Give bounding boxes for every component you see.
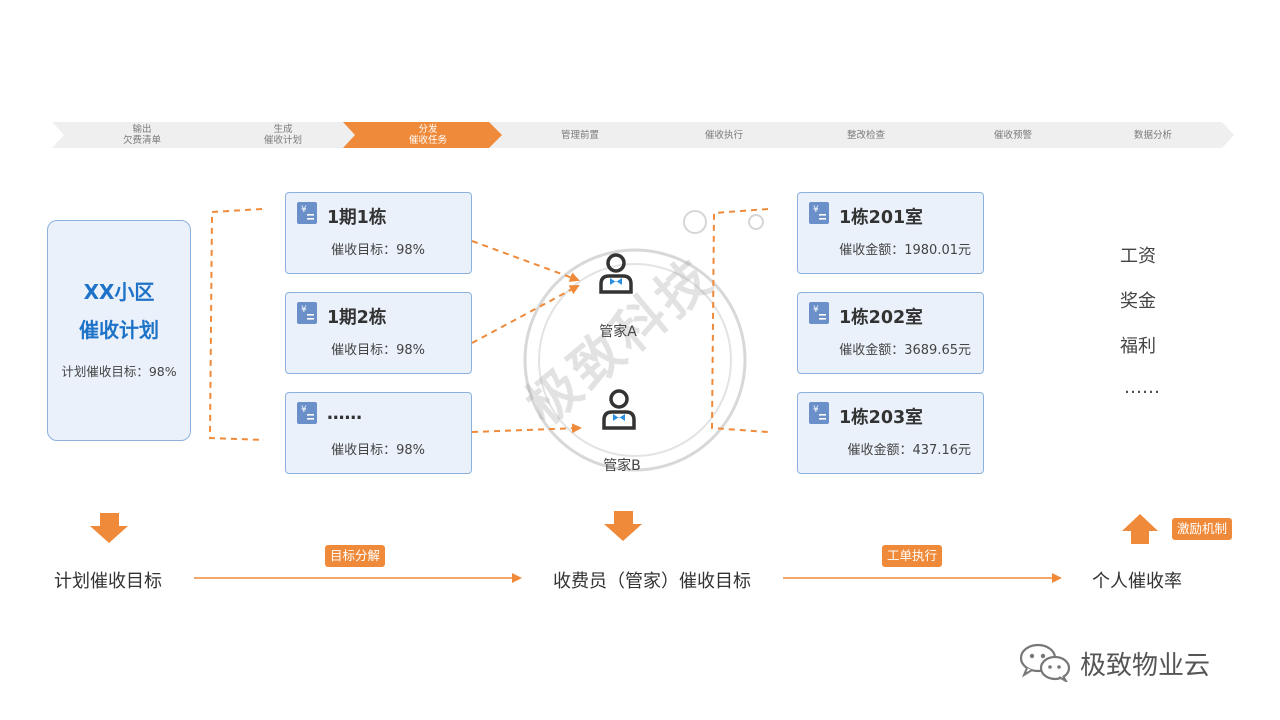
receipt-icon: ¥ [809,202,829,224]
receipt-icon: ¥ [297,402,317,424]
plan-title-line2: 催收计划 [79,318,159,342]
collector-goal-text: 收费员（管家）催收目标 [553,571,751,592]
room-amount: 催收金额：1980.01元 [839,243,971,258]
svg-text:¥: ¥ [813,205,819,215]
svg-text:¥: ¥ [301,305,307,315]
room-amount: 催收金额：437.16元 [847,443,972,458]
svg-text:¥: ¥ [301,205,307,215]
manager-b-label: 管家B [603,458,641,474]
building-title: 1期2栋 [327,308,387,328]
room-card-3[interactable]: ¥ 1栋203室 催收金额：437.16元 [797,392,984,474]
receipt-icon: ¥ [297,202,317,224]
down-arrow-left [90,513,128,543]
wechat-icon [1019,643,1071,682]
plan-target: 计划催收目标：98% [61,364,177,379]
manager-a-icon [599,253,633,294]
room-amount: 催收金额：3689.65元 [839,343,971,358]
svg-text:¥: ¥ [301,405,307,415]
room-title: 1栋203室 [839,408,923,428]
connector-lines [90,208,1158,583]
building-target: 催收目标：98% [331,243,425,258]
benefit-salary: 工资 [1120,246,1156,267]
receipt-icon: ¥ [297,302,317,324]
building-card-3[interactable]: ¥ …… 催收目标：98% [285,392,472,474]
community-plan-card[interactable]: XX小区 催收计划 计划催收目标：98% [47,220,191,441]
receipt-icon: ¥ [809,302,829,324]
decompose-tag: 目标分解 [325,545,386,567]
plan-title-line1: XX小区 [83,280,155,304]
workorder-tag: 工单执行 [882,545,943,567]
room-title: 1栋201室 [839,208,923,228]
benefit-more: …… [1124,377,1160,398]
incentive-tag: 激励机制 [1172,518,1233,540]
personal-rate-text: 个人催收率 [1092,571,1182,592]
building-target: 催收目标：98% [331,443,425,458]
building-target: 催收目标：98% [331,343,425,358]
svg-text:¥: ¥ [813,405,819,415]
room-card-2[interactable]: ¥ 1栋202室 催收金额：3689.65元 [797,292,984,374]
down-arrow-middle [604,511,642,541]
brand-name: 极致物业云 [1080,651,1211,681]
building-card-1[interactable]: ¥ 1期1栋 催收目标：98% [285,192,472,274]
room-title: 1栋202室 [839,308,923,328]
receipt-icon: ¥ [809,402,829,424]
benefit-bonus: 奖金 [1120,291,1156,312]
room-card-1[interactable]: ¥ 1栋201室 催收金额：1980.01元 [797,192,984,274]
building-card-2[interactable]: ¥ 1期2栋 催收目标：98% [285,292,472,374]
plan-goal-text: 计划催收目标 [54,571,162,592]
svg-text:¥: ¥ [813,305,819,315]
benefit-welfare: 福利 [1120,336,1156,357]
building-title: 1期1栋 [327,208,387,228]
manager-a-label: 管家A [599,324,637,340]
building-title: …… [327,404,362,424]
up-arrow-right [1122,514,1158,544]
manager-b-icon [602,389,636,430]
